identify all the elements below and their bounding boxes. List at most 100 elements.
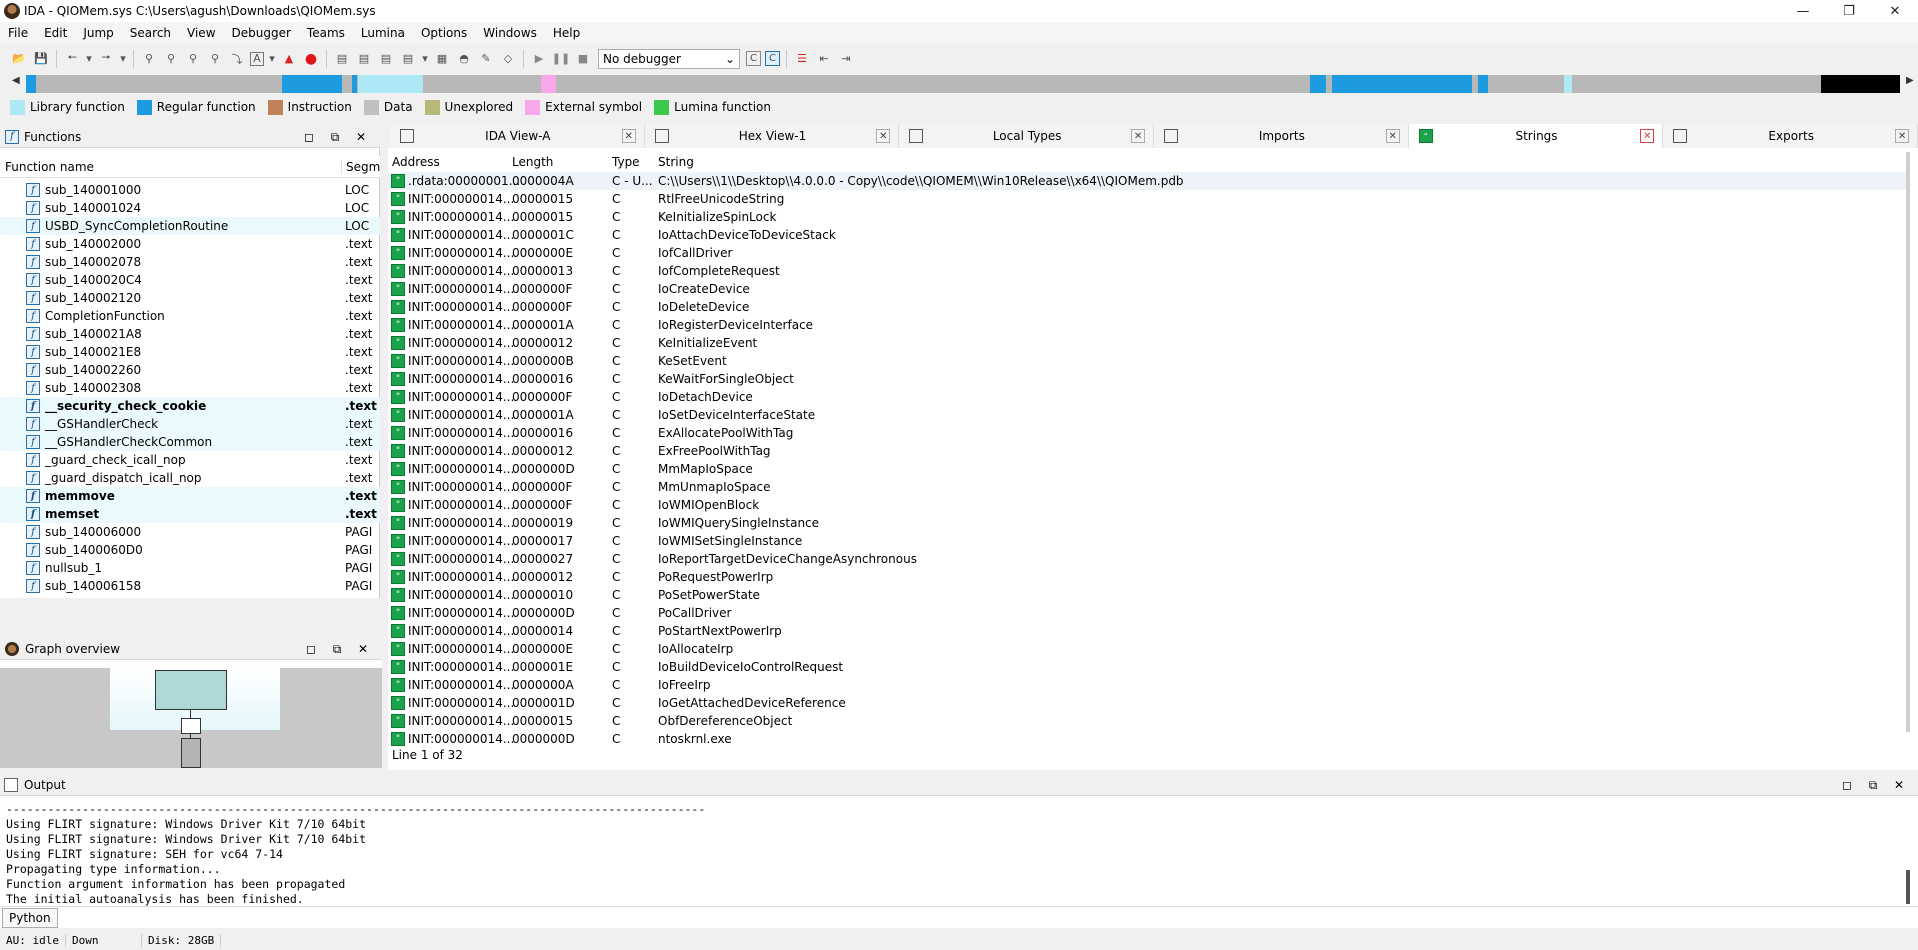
tab-strings[interactable]: " Strings ✕ [1408,124,1664,148]
search-text-icon[interactable]: ⚲ [162,50,180,68]
panel-maximize-icon[interactable]: ◻ [1834,778,1860,792]
strings-scrollbar[interactable] [1906,152,1910,732]
string-row[interactable]: " INIT:000000014... 00000015 C RtlFreeUnicod… [388,190,1908,208]
function-row[interactable]: f sub_140006000 PAGI [0,523,380,541]
search-imm-icon[interactable]: ⚲ [184,50,202,68]
breakpoint-red-icon[interactable]: ▲ [280,50,298,68]
data-icon[interactable]: ▤ [355,50,373,68]
string-row[interactable]: " INIT:000000014... 0000000E C IoAllocateIrp [388,640,1908,658]
string-row[interactable]: " INIT:000000014... 00000017 C IoWMISetSingl… [388,532,1908,550]
string-row[interactable]: " INIT:000000014... 0000000E C IofCallDriver [388,244,1908,262]
function-row[interactable]: f _guard_dispatch_icall_nop .text [0,469,380,487]
function-row[interactable]: f sub_140002000 .text [0,235,380,253]
tab-ida-view-a[interactable]: IDA View-A ✕ [390,124,645,148]
stop-icon[interactable]: ■ [574,50,592,68]
search-next-icon[interactable]: ⚲ [206,50,224,68]
panel-maximize-icon[interactable]: ◻ [298,642,324,656]
string-row[interactable]: " INIT:000000014... 00000010 C PoSetPowerSta… [388,586,1908,604]
function-row[interactable]: f sub_1400021A8 .text [0,325,380,343]
menu-lumina[interactable]: Lumina [353,26,413,40]
run-icon[interactable]: ▶ [530,50,548,68]
list-view-icon[interactable]: ☰ [793,50,811,68]
code-icon[interactable]: ▤ [333,50,351,68]
function-row[interactable]: f __GSHandlerCheckCommon .text [0,433,380,451]
string-row[interactable]: " INIT:000000014... 00000014 C PoStartNextPo… [388,622,1908,640]
function-row[interactable]: f memmove .text [0,487,380,505]
column-string[interactable]: String [658,155,694,169]
record-icon[interactable]: ● [302,50,320,68]
string-row[interactable]: " INIT:000000014... 0000000D C PoCallDriver [388,604,1908,622]
function-row[interactable]: f CompletionFunction .text [0,307,380,325]
pause-icon[interactable]: ❚❚ [552,50,570,68]
function-row[interactable]: f sub_140002260 .text [0,361,380,379]
function-row[interactable]: f sub_140002308 .text [0,379,380,397]
graph-icon[interactable]: ▦ [433,50,451,68]
minimize-button[interactable]: — [1780,0,1826,22]
panel-float-icon[interactable]: ⧉ [322,130,348,145]
string-row[interactable]: " INIT:000000014... 0000000F C IoCreateDevic… [388,280,1908,298]
string-row[interactable]: " INIT:000000014... 0000001E C IoBuildDevice… [388,658,1908,676]
tab-close-icon[interactable]: ✕ [876,129,891,143]
tab-hex-view-1[interactable]: Hex View-1 ✕ [644,124,900,148]
struct-icon[interactable]: ▤ [399,50,417,68]
function-row[interactable]: f sub_140001024 LOC [0,199,380,217]
dropdown-icon[interactable]: ▾ [421,50,429,68]
string-row[interactable]: " INIT:000000014... 0000001A C IoRegisterDev… [388,316,1908,334]
tab-close-icon[interactable]: ✕ [1895,129,1910,143]
menu-view[interactable]: View [179,26,223,40]
panel-close-icon[interactable]: ✕ [350,642,376,656]
panel-maximize-icon[interactable]: ◻ [296,130,322,144]
nav-left-icon[interactable]: ◀ [12,75,20,86]
string-row[interactable]: " INIT:000000014... 0000001C C IoAttachDevic… [388,226,1908,244]
panel-float-icon[interactable]: ⧉ [324,642,350,657]
debugger-select[interactable]: No debugger ⌄ [598,48,740,69]
dropdown-icon[interactable]: ▾ [119,50,127,68]
function-row[interactable]: f sub_140001000 LOC [0,181,380,199]
column-address[interactable]: Address [392,155,440,169]
jump-icon[interactable]: ⤵ [228,50,246,68]
menu-options[interactable]: Options [413,26,475,40]
string-row[interactable]: " INIT:000000014... 0000001D C IoGetAttached… [388,694,1908,712]
dropdown-icon[interactable]: ▾ [268,50,276,68]
string-row[interactable]: " INIT:000000014... 0000000D Cntoskrnl.exe [388,730,1908,748]
text-icon[interactable]: A [250,51,264,66]
string-row[interactable]: " INIT:000000014... 0000000D C MmMapIoSpace [388,460,1908,478]
tab-close-icon[interactable]: ✕ [1640,129,1655,143]
panel-close-icon[interactable]: ✕ [348,130,374,144]
string-row[interactable]: " INIT:000000014... 00000015 C ObfDereferenc… [388,712,1908,730]
menu-edit[interactable]: Edit [36,26,75,40]
function-row[interactable]: f sub_1400060D0 PAGI [0,541,380,559]
search-binary-icon[interactable]: ⚲ [140,50,158,68]
patch-icon[interactable]: ✎ [477,50,495,68]
function-row[interactable]: f sub_140006158 PAGI [0,577,380,595]
save-icon[interactable]: 💾 [32,50,50,68]
string-row[interactable]: " INIT:000000014... 00000012 C PoRequestPowe… [388,568,1908,586]
string-row[interactable]: " INIT:000000014... 0000000F C IoDetachDevic… [388,388,1908,406]
function-row[interactable]: f sub_1400020C4 .text [0,271,380,289]
function-row[interactable]: f sub_140002078 .text [0,253,380,271]
function-row[interactable]: f memset .text [0,505,380,523]
column-segment[interactable]: Segm [341,159,380,174]
function-row[interactable]: f _guard_check_icall_nop .text [0,451,380,469]
string-row[interactable]: " INIT:000000014... 00000027 C IoReportTarge… [388,550,1908,568]
python-language-button[interactable]: Python [2,907,58,928]
string-row[interactable]: " INIT:000000014... 00000015 C KeInitializeS… [388,208,1908,226]
forward-arrow-icon[interactable]: 🠖 [97,50,115,68]
string-row[interactable]: " .rdata:00000001... 0000004A C - U... C:\\U… [388,172,1908,190]
function-row[interactable]: f __GSHandlerCheck .text [0,415,380,433]
panel-close-icon[interactable]: ✕ [1886,778,1912,792]
tab-local-types[interactable]: Local Types ✕ [899,124,1155,148]
hex-icon[interactable]: ◇ [499,50,517,68]
column-type[interactable]: Type [612,155,640,169]
string-row[interactable]: " INIT:000000014... 0000000F C MmUnmapIoSpac… [388,478,1908,496]
navigation-strip[interactable] [26,75,1900,93]
menu-jump[interactable]: Jump [75,26,121,40]
back-arrow-icon[interactable]: 🠔 [63,50,81,68]
column-length[interactable]: Length [512,155,553,169]
array-icon[interactable]: ▤ [377,50,395,68]
tab-close-icon[interactable]: ✕ [1385,129,1400,143]
string-row[interactable]: " INIT:000000014... 0000001A C IoSetDeviceIn… [388,406,1908,424]
string-row[interactable]: " INIT:000000014... 00000016 C KeWaitForSing… [388,370,1908,388]
function-row[interactable]: f __security_check_cookie .text [0,397,380,415]
string-row[interactable]: " INIT:000000014... 00000019 C IoWMIQuerySin… [388,514,1908,532]
